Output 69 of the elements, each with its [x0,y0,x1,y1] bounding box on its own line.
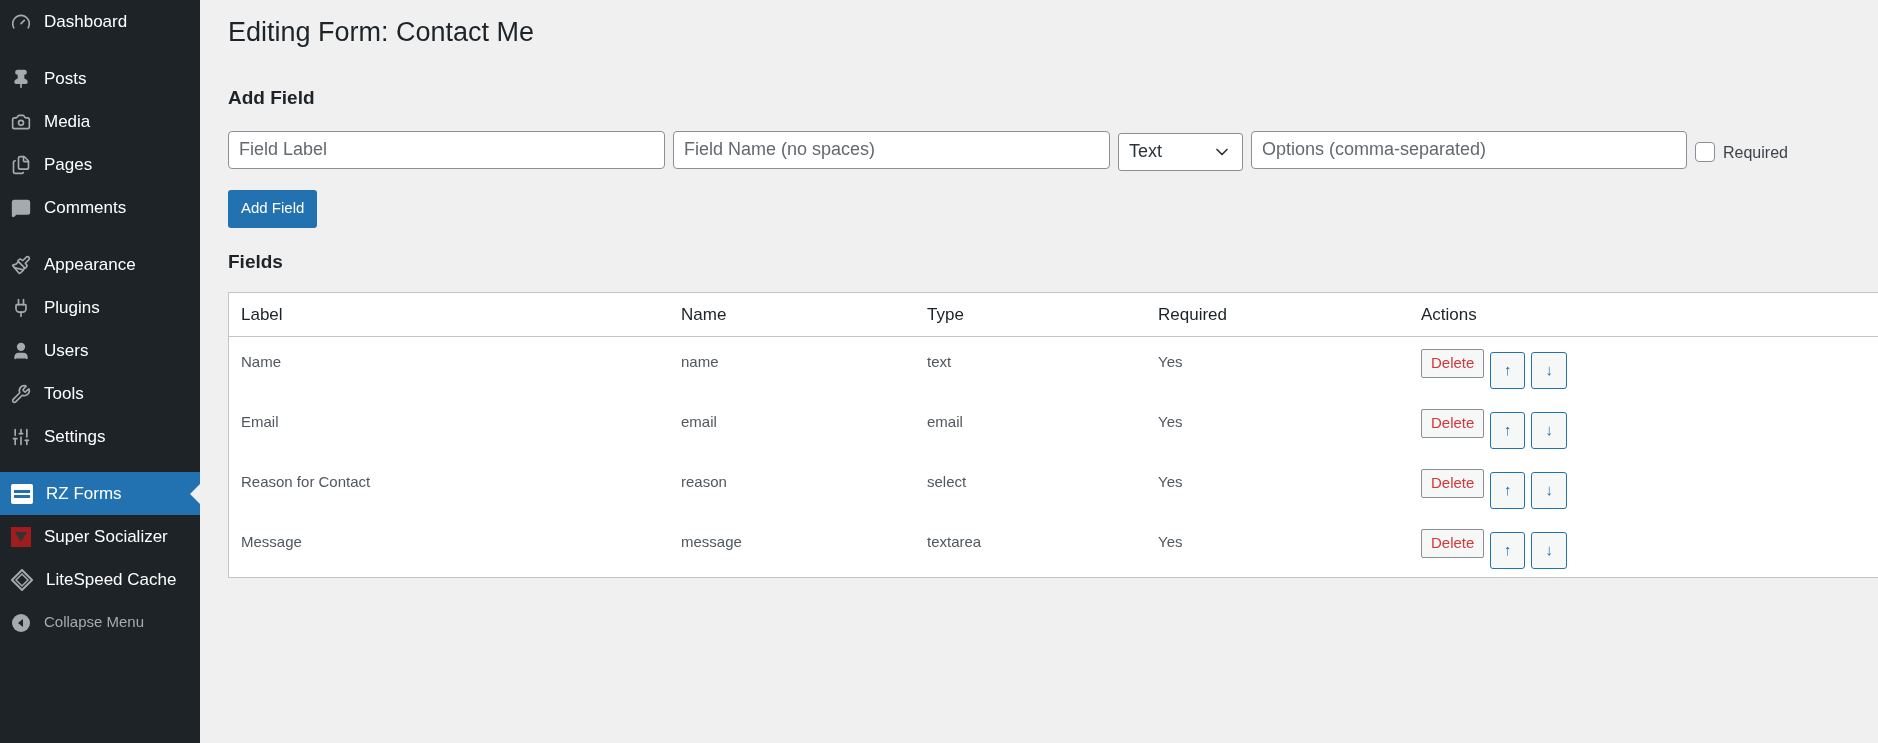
move-up-button[interactable]: ↑ [1490,412,1526,449]
table-cell-text: text [927,352,953,372]
field-label-input[interactable]: Field Label [228,130,665,169]
menu-item[interactable]: Tools [0,372,200,415]
required-checkbox[interactable] [1695,141,1715,162]
user-icon [11,340,31,361]
delete-button[interactable]: Delete [1421,469,1485,498]
move-down-button[interactable]: ↓ [1531,352,1568,389]
table-cell-text: Yes [1158,472,1184,492]
table-cell-text: Email [240,412,280,432]
wrench-icon [11,383,31,404]
table-cell-text: Yes [1158,412,1184,432]
menu-item[interactable]: RZ Forms [0,472,200,515]
table-cell-text: email [927,412,964,432]
move-up-button[interactable]: ↑ [1490,472,1526,509]
delete-button[interactable]: Delete [1421,409,1485,438]
menu-item[interactable]: Super Socializer [0,515,200,558]
options-input[interactable]: Options (comma-separated) [1251,130,1687,169]
add-field-button[interactable]: Add Field [228,189,318,228]
column-header: Actions [1421,303,1477,326]
move-up-button[interactable]: ↑ [1490,352,1526,389]
diamond-icon [11,568,33,591]
shield-icon [11,526,31,547]
required-label: Required [1723,142,1788,163]
menu-item[interactable]: Appearance [0,243,200,286]
menu-item[interactable]: Dashboard [0,0,200,43]
menu-item[interactable]: Users [0,329,200,372]
section-heading: Fields [228,249,284,274]
move-down-button[interactable]: ↓ [1531,412,1568,449]
current-arrow-icon [190,484,200,504]
table-cell-text: textarea [927,532,983,552]
column-header: Label [240,303,284,326]
table-cell-text: reason [681,472,728,492]
column-header: Required [1158,303,1228,326]
pages-icon [11,154,31,175]
field-name-input[interactable]: Field Name (no spaces) [673,130,1110,169]
column-header: Name [681,303,728,326]
collapse-icon [11,612,31,633]
menu-item[interactable]: Posts [0,57,200,100]
move-down-button[interactable]: ↓ [1531,472,1568,509]
pin-icon [11,68,31,89]
table-cell-text: Yes [1158,532,1184,552]
table-cell-text: name [681,352,720,372]
menu-item[interactable]: LiteSpeed Cache [0,558,200,601]
table-cell-text: message [681,532,743,552]
delete-button[interactable]: Delete [1421,349,1485,378]
form-icon [11,483,33,504]
menu-item[interactable]: Settings [0,415,200,458]
page-title: Editing Form: Contact Me [228,16,536,49]
section-heading: Add Field [228,86,316,110]
type-select[interactable]: Text [1118,132,1243,171]
menu-item[interactable]: Plugins [0,286,200,329]
menu-item[interactable]: Collapse Menu [0,601,200,644]
move-down-button[interactable]: ↓ [1531,532,1568,569]
column-header: Type [927,303,965,326]
sliders-icon [11,426,31,447]
table-cell-text: email [681,412,718,432]
delete-button[interactable]: Delete [1421,529,1485,558]
menu-item[interactable]: Media [0,100,200,143]
move-up-button[interactable]: ↑ [1490,532,1526,569]
comment-icon [11,197,31,218]
table-cell-text: Message [240,532,303,552]
table-cell-text: Name [240,352,282,372]
menu-item[interactable]: Pages [0,143,200,186]
menu-item[interactable]: Comments [0,186,200,229]
paintbrush-icon [11,254,31,275]
table-cell-text: Yes [1158,352,1184,372]
table-cell-text: select [927,472,968,492]
table-cell-text: Reason for Contact [240,472,372,492]
